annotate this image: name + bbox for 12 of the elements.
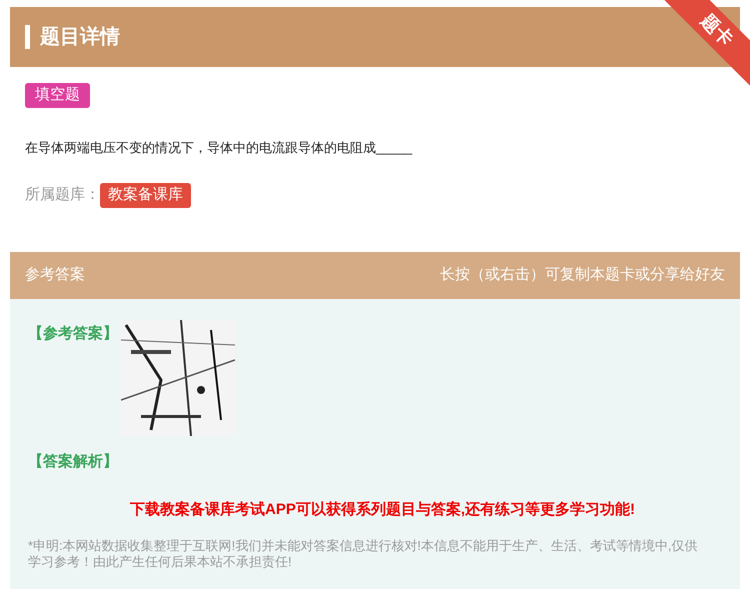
question-type-tag: 填空题 xyxy=(25,83,90,108)
page-title: 题目详情 xyxy=(40,24,120,50)
share-hint: 长按（或右击）可复制本题卡或分享给好友 xyxy=(440,264,725,285)
bank-tag[interactable]: 教案备课库 xyxy=(100,183,191,208)
analysis-label: 【答案解析】 xyxy=(28,452,119,472)
promo-text: 下载教案备课库考试APP可以获得系列题目与答案,还有练习等更多学习功能! xyxy=(129,500,636,520)
answer-bar-title: 参考答案 xyxy=(25,264,85,285)
disclaimer: *申明:本网站数据收集整理于互联网!我们并未能对答案信息进行核对!本信息不能用于生产、生活、考试等情境中,仅供学习参考！由此产生任何后果本站不承担责任! xyxy=(28,538,699,570)
bank-label: 所属题库： xyxy=(25,185,100,205)
answer-label: 【参考答案】 xyxy=(28,324,118,344)
title-accent-bar xyxy=(25,25,30,49)
question-text: 在导体两端电压不变的情况下，导体中的电流跟导体的电阻成_____ xyxy=(24,138,414,157)
